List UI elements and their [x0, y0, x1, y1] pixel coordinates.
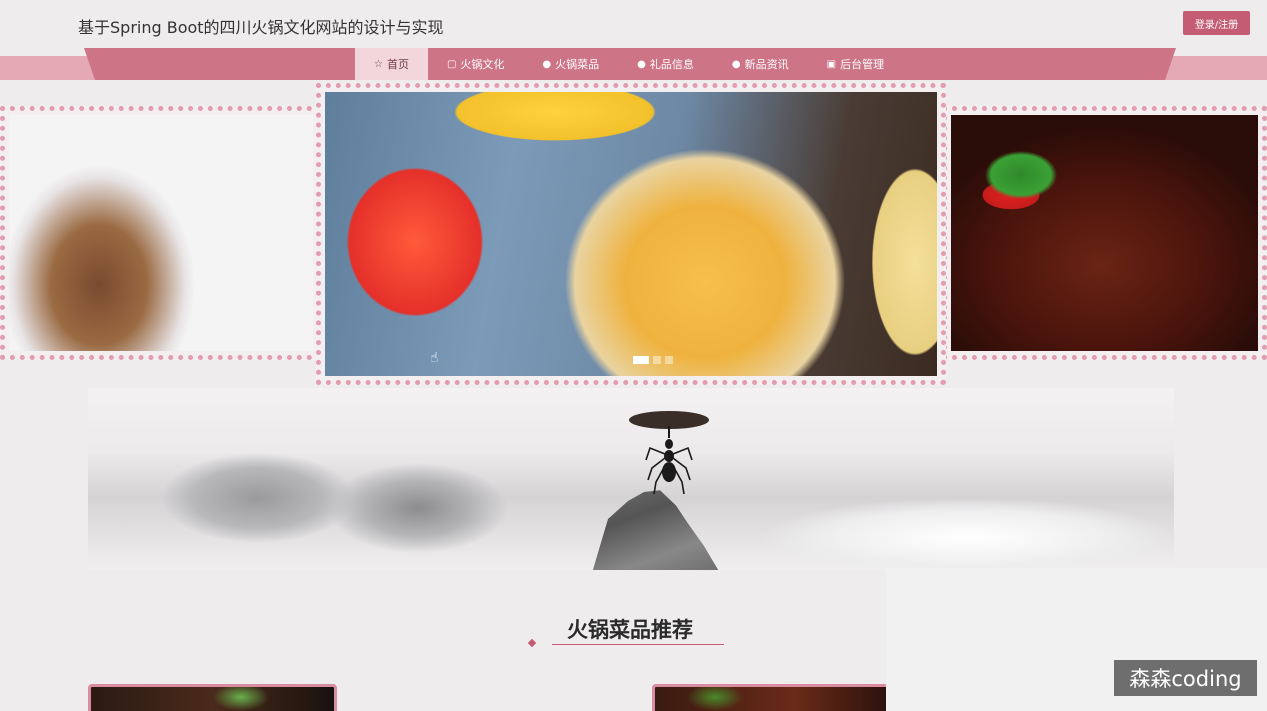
carousel-dot[interactable] — [633, 356, 649, 364]
carousel-dot[interactable] — [653, 356, 661, 364]
roast-chicken-image — [325, 92, 937, 376]
login-register-button[interactable]: 登录/注册 — [1183, 11, 1250, 35]
carousel-dot[interactable] — [665, 356, 673, 364]
nav-item-home[interactable]: ☆ 首页 — [355, 48, 428, 80]
braised-dish-image — [9, 115, 313, 351]
bag-icon: ▢ — [446, 58, 457, 70]
site-title: 基于Spring Boot的四川火锅文化网站的设计与实现 — [78, 18, 444, 37]
nav-items: ☆ 首页 ▢ 火锅文化 ● 火锅菜品 ● 礼品信息 ● 新品资讯 ▣ 后台管理 — [355, 48, 903, 80]
dish-image — [655, 687, 889, 711]
star-icon: ☆ — [374, 58, 383, 70]
briefcase-icon: ▣ — [826, 58, 837, 70]
nav-side-decoration-right — [1165, 56, 1267, 80]
section-title-underline — [552, 644, 724, 645]
nav-item-label: 首页 — [386, 58, 409, 71]
braised-pork-image — [951, 115, 1258, 351]
carousel-indicators — [633, 356, 673, 364]
carousel-slide-next[interactable] — [942, 106, 1267, 360]
nav-item-label: 后台管理 — [840, 58, 885, 71]
dish-card[interactable] — [652, 684, 892, 711]
dish-card[interactable] — [88, 684, 337, 711]
dish-image — [91, 687, 334, 711]
ant-banner-image — [88, 388, 1174, 570]
nav-item-hotpot-culture[interactable]: ▢ 火锅文化 — [428, 48, 523, 80]
info-circle-icon: ● — [542, 58, 552, 70]
nav-item-admin[interactable]: ▣ 后台管理 — [808, 48, 903, 80]
nav-item-label: 火锅菜品 — [555, 58, 600, 71]
nav-side-decoration-left — [0, 56, 100, 80]
section-title: 火锅菜品推荐 — [567, 618, 693, 642]
nav-item-label: 礼品信息 — [649, 58, 694, 71]
nav-item-label: 火锅文化 — [460, 58, 505, 71]
nav-item-gift-info[interactable]: ● 礼品信息 — [618, 48, 713, 80]
main-nav: ☆ 首页 ▢ 火锅文化 ● 火锅菜品 ● 礼品信息 ● 新品资讯 ▣ 后台管理 — [0, 48, 1267, 80]
ant-icon — [629, 411, 709, 495]
nav-item-hotpot-dishes[interactable]: ● 火锅菜品 — [523, 48, 618, 80]
watermark: 森森coding — [1114, 660, 1257, 696]
info-circle-icon: ● — [637, 58, 646, 70]
nav-item-new-products[interactable]: ● 新品资讯 — [713, 48, 808, 80]
hand-cursor-icon: ☝ — [430, 350, 439, 366]
section-title-diamond — [527, 638, 537, 648]
carousel-slide-prev[interactable] — [0, 106, 322, 360]
carousel-slide-current[interactable] — [316, 83, 946, 385]
info-circle-icon: ● — [731, 58, 741, 70]
nav-item-label: 新品资讯 — [744, 58, 789, 71]
